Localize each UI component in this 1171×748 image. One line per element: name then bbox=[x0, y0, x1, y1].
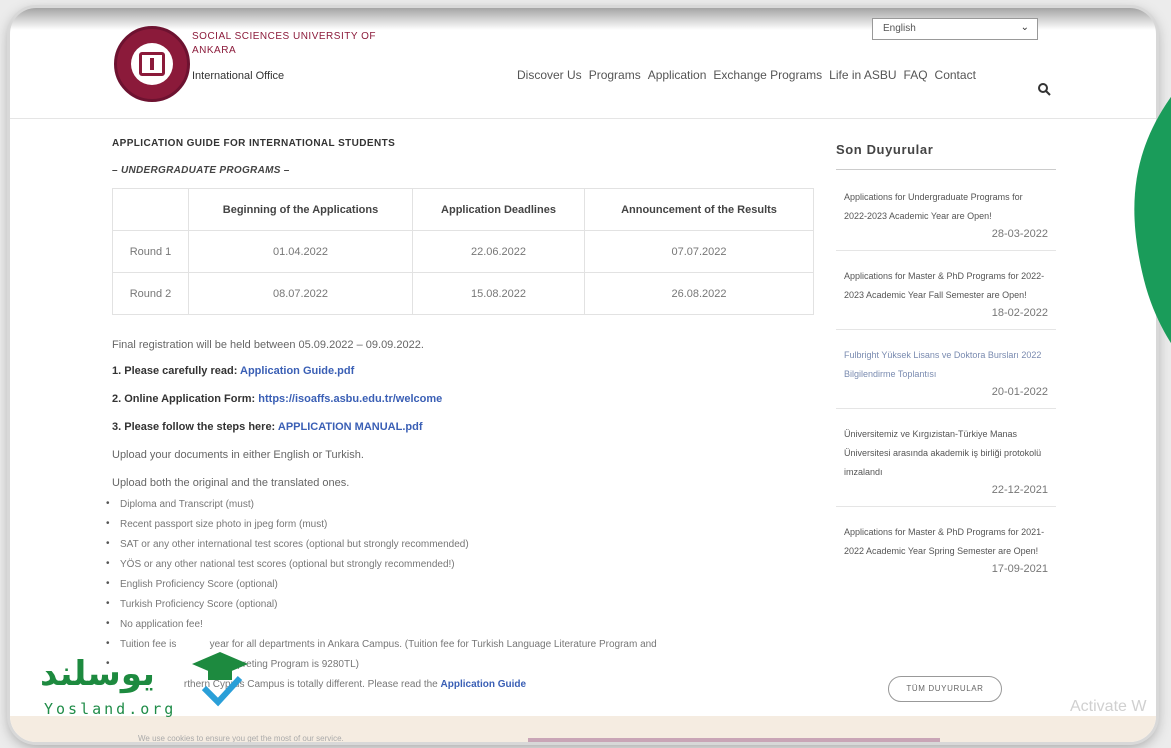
announcement-item[interactable]: Fulbright Yüksek Lisans ve Doktora Bursl… bbox=[836, 330, 1056, 409]
announcement-title[interactable]: Fulbright Yüksek Lisans ve Doktora Bursl… bbox=[844, 346, 1048, 384]
table-cell: 26.08.2022 bbox=[584, 272, 814, 315]
list-item: Recent passport size photo in jpeg form … bbox=[104, 518, 822, 539]
dates-table: Beginning of the Applications Applicatio… bbox=[112, 188, 814, 315]
activate-windows-overlay: Activate W bbox=[1070, 698, 1147, 715]
table-cell: Round 1 bbox=[112, 230, 189, 273]
announcements-sidebar: Son Duyurular Applications for Undergrad… bbox=[836, 142, 1056, 585]
university-name[interactable]: SOCIAL SCIENCES UNIVERSITY OF ANKARA bbox=[192, 30, 402, 58]
nav-contact[interactable]: Contact bbox=[935, 68, 976, 82]
page-title: APPLICATION GUIDE FOR INTERNATIONAL STUD… bbox=[112, 138, 396, 149]
step-3-label: 3. Please follow the steps here: bbox=[112, 421, 276, 433]
announcement-item[interactable]: Üniversitemiz ve Kırgızistan-Türkiye Man… bbox=[836, 409, 1056, 507]
table-header: Beginning of the Applications bbox=[188, 188, 413, 231]
announcement-date: 20-01-2022 bbox=[991, 386, 1048, 398]
step-2-label: 2. Online Application Form: bbox=[112, 393, 256, 405]
table-header-row: Beginning of the Applications Applicatio… bbox=[112, 188, 814, 231]
cookie-buttons[interactable] bbox=[528, 738, 940, 742]
sidebar-title: Son Duyurular bbox=[836, 142, 1056, 170]
list-item: No application fee! bbox=[104, 618, 822, 639]
main-content: APPLICATION GUIDE FOR INTERNATIONAL STUD… bbox=[106, 138, 822, 699]
nav-life[interactable]: Life in ASBU bbox=[829, 68, 896, 82]
table-cell: 01.04.2022 bbox=[188, 230, 413, 273]
browser-frame: SOCIAL SCIENCES UNIVERSITY OF ANKARA Int… bbox=[10, 8, 1156, 742]
all-announcements-button[interactable]: TÜM DUYURULAR bbox=[888, 676, 1002, 702]
table-cell: Round 2 bbox=[112, 272, 189, 315]
table-header: Announcement of the Results bbox=[584, 188, 814, 231]
logo-emblem bbox=[131, 43, 173, 85]
announcement-title[interactable]: Applications for Master & PhD Programs f… bbox=[844, 523, 1048, 561]
step-2: 2. Online Application Form: https://isoa… bbox=[112, 393, 822, 405]
announcement-title[interactable]: Applications for Master & PhD Programs f… bbox=[844, 267, 1048, 305]
application-guide-link-2[interactable]: Application Guide bbox=[441, 679, 527, 690]
announcement-date: 28-03-2022 bbox=[991, 228, 1048, 240]
announcement-item[interactable]: Applications for Undergraduate Programs … bbox=[836, 170, 1056, 251]
logo-glyph bbox=[139, 52, 165, 76]
table-cell: 07.07.2022 bbox=[584, 230, 814, 273]
list-item: SAT or any other international test scor… bbox=[104, 538, 822, 559]
search-icon[interactable] bbox=[1037, 82, 1051, 96]
table-cell: 08.07.2022 bbox=[188, 272, 413, 315]
office-name: International Office bbox=[192, 70, 285, 82]
list-item: Turkish Proficiency Score (optional) bbox=[104, 598, 822, 619]
upload-both-note: Upload both the original and the transla… bbox=[112, 477, 350, 489]
university-logo[interactable] bbox=[114, 26, 190, 102]
table-row: Round 2 08.07.2022 15.08.2022 26.08.2022 bbox=[112, 272, 814, 315]
nav-application[interactable]: Application bbox=[648, 68, 707, 82]
nav-faq[interactable]: FAQ bbox=[904, 68, 928, 82]
watermark-arabic: یوسلند bbox=[40, 654, 155, 694]
page-subtitle: – UNDERGRADUATE PROGRAMS – bbox=[112, 165, 290, 176]
chevron-down-icon: ⌄ bbox=[1020, 22, 1029, 33]
table-row: Round 1 01.04.2022 22.06.2022 07.07.2022 bbox=[112, 230, 814, 273]
list-item: YÖS or any other national test scores (o… bbox=[104, 558, 822, 579]
final-registration: Final registration will be held between … bbox=[112, 339, 424, 351]
watermark-latin: Yosland.org bbox=[44, 700, 177, 718]
main-nav: Discover Us Programs Application Exchang… bbox=[517, 68, 976, 82]
upload-language-note: Upload your documents in either English … bbox=[112, 449, 364, 461]
language-select[interactable]: English ⌄ bbox=[872, 18, 1038, 40]
cookie-text: We use cookies to ensure you get the mos… bbox=[138, 734, 344, 742]
announcement-date: 18-02-2022 bbox=[991, 307, 1048, 319]
decorative-green-curve bbox=[1134, 97, 1171, 343]
list-item: English Proficiency Score (optional) bbox=[104, 578, 822, 599]
header-divider bbox=[10, 118, 1156, 119]
table-cell: 15.08.2022 bbox=[412, 272, 585, 315]
step-1: 1. Please carefully read: Application Gu… bbox=[112, 365, 822, 377]
announcement-item[interactable]: Applications for Master & PhD Programs f… bbox=[836, 251, 1056, 330]
application-manual-link[interactable]: APPLICATION MANUAL.pdf bbox=[278, 421, 423, 433]
language-selected: English bbox=[883, 23, 916, 34]
step-1-label: 1. Please carefully read: bbox=[112, 365, 238, 377]
online-form-link[interactable]: https://isoaffs.asbu.edu.tr/welcome bbox=[258, 393, 442, 405]
step-3: 3. Please follow the steps here: APPLICA… bbox=[112, 421, 822, 433]
table-header bbox=[112, 188, 189, 231]
application-guide-link[interactable]: Application Guide.pdf bbox=[240, 365, 354, 377]
nav-programs[interactable]: Programs bbox=[589, 68, 641, 82]
graduation-cap-icon bbox=[192, 652, 248, 707]
yosland-watermark: یوسلند Yosland.org bbox=[40, 648, 260, 724]
announcement-date: 17-09-2021 bbox=[991, 563, 1048, 575]
nav-exchange[interactable]: Exchange Programs bbox=[713, 68, 822, 82]
list-item: Diploma and Transcript (must) bbox=[104, 498, 822, 519]
nav-discover[interactable]: Discover Us bbox=[517, 68, 582, 82]
announcement-title[interactable]: Üniversitemiz ve Kırgızistan-Türkiye Man… bbox=[844, 425, 1048, 482]
table-cell: 22.06.2022 bbox=[412, 230, 585, 273]
table-header: Application Deadlines bbox=[412, 188, 585, 231]
announcement-title[interactable]: Applications for Undergraduate Programs … bbox=[844, 188, 1048, 226]
announcement-item[interactable]: Applications for Master & PhD Programs f… bbox=[836, 507, 1056, 585]
announcement-date: 22-12-2021 bbox=[991, 484, 1048, 496]
